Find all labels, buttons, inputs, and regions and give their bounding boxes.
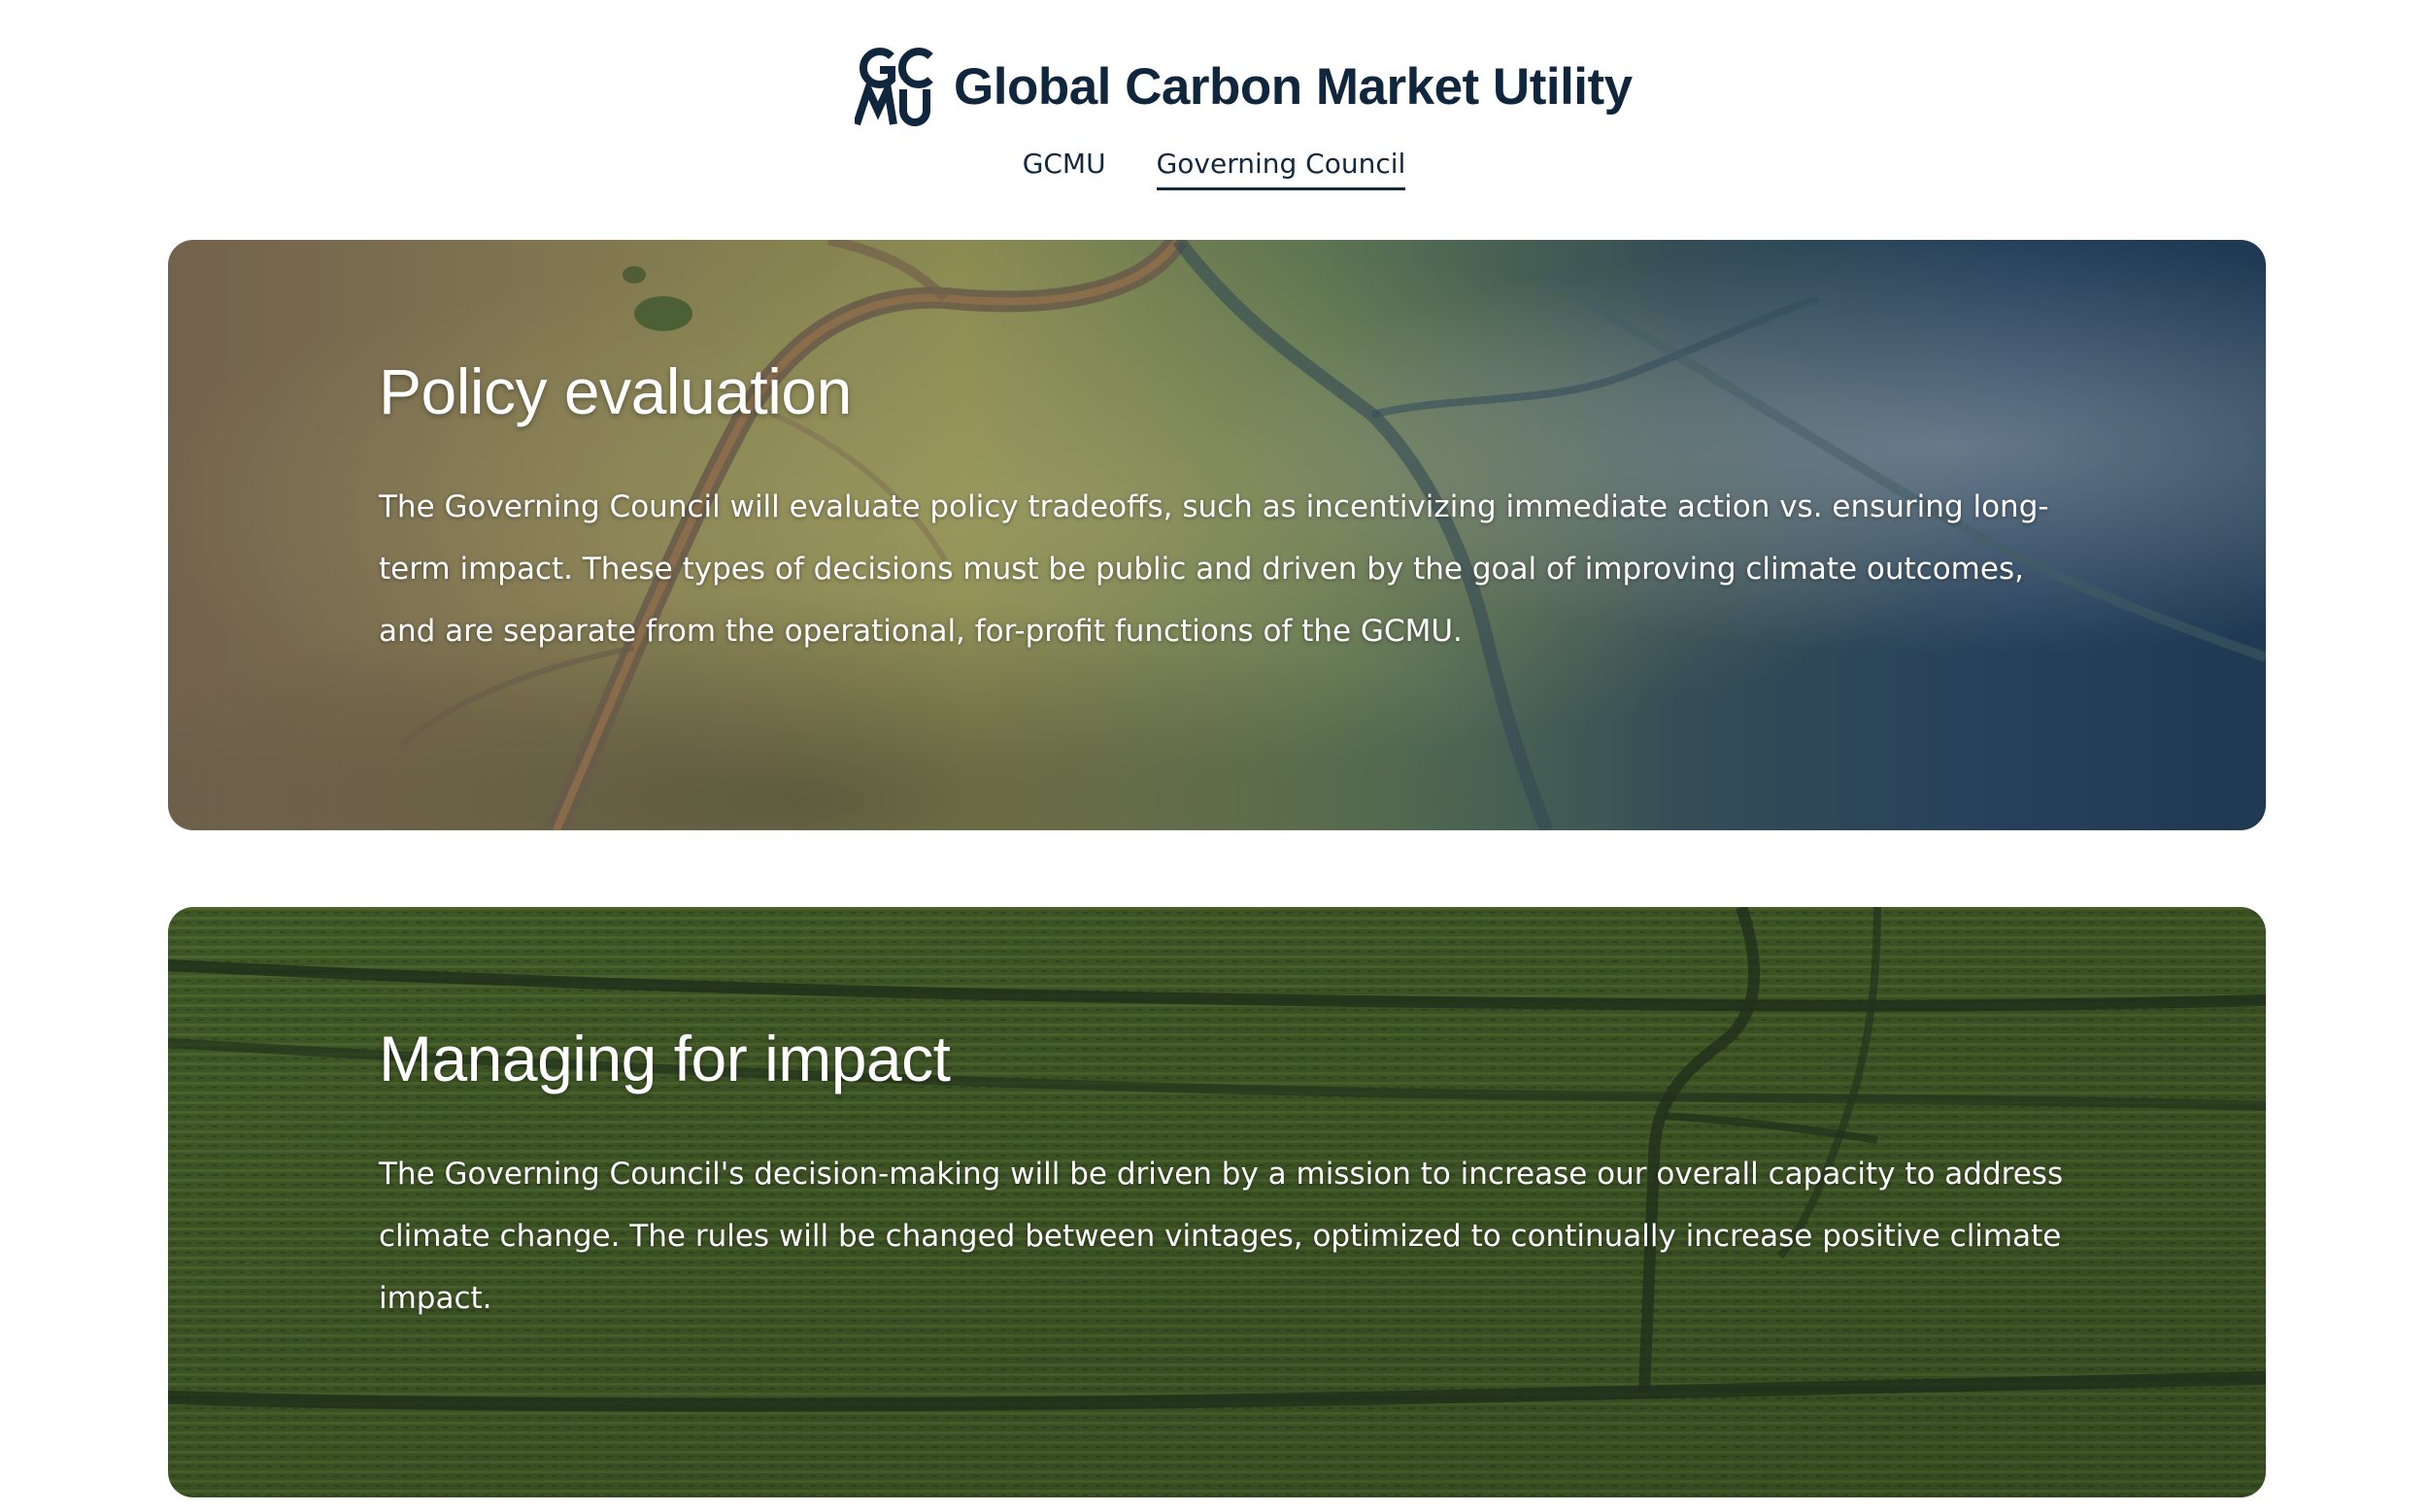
main-nav: GCMU Governing Council [0, 148, 2428, 190]
section-body: The Governing Council's decision-making … [379, 1156, 2064, 1316]
nav-link-gcmu[interactable]: GCMU [1023, 148, 1106, 190]
managing-for-impact-card: Managing for impact The Governing Counci… [168, 907, 2266, 1497]
policy-evaluation-card: Policy evaluation The Governing Council … [168, 240, 2266, 830]
section-title: Managing for impact [379, 1023, 951, 1094]
brand-logo-link[interactable]: Global Carbon Market Utility [855, 45, 1633, 128]
site-title: Global Carbon Market Utility [954, 57, 1633, 116]
section-body: The Governing Council will evaluate poli… [379, 488, 2049, 649]
section-content: Managing for impact The Governing Counci… [379, 1024, 2088, 1329]
nav-link-governing-council[interactable]: Governing Council [1156, 148, 1406, 190]
section-title: Policy evaluation [379, 355, 852, 427]
section-content: Policy evaluation The Governing Council … [379, 356, 2088, 662]
site-header: Global Carbon Market Utility GCMU Govern… [0, 0, 2428, 223]
gcmu-logo-icon [855, 48, 933, 126]
